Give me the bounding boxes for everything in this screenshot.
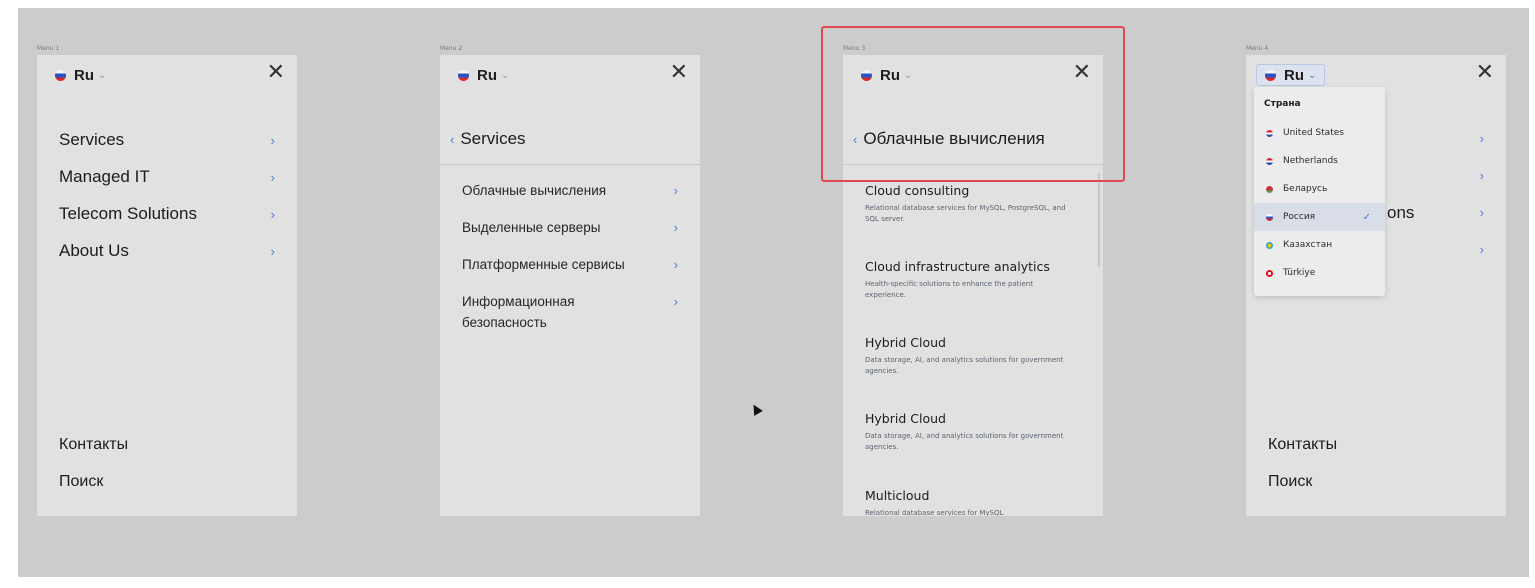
- country-option-belarus[interactable]: Беларусь: [1254, 175, 1385, 203]
- language-selector[interactable]: Ru ⌄: [458, 66, 510, 84]
- chevron-right-icon: ›: [673, 257, 678, 272]
- language-label: Ru: [477, 66, 497, 84]
- chevron-right-icon[interactable]: ›: [1480, 205, 1484, 220]
- chevron-right-icon: ›: [270, 243, 275, 259]
- country-option-united-states[interactable]: United States: [1254, 119, 1385, 147]
- submenu-item-label: Выделенные серверы: [462, 220, 601, 235]
- country-option-turkiye[interactable]: Türkiye: [1254, 259, 1385, 287]
- country-label: Казахстан: [1283, 240, 1333, 250]
- chevron-right-icon[interactable]: ›: [1480, 168, 1484, 183]
- service-title: Cloud consulting: [865, 183, 970, 198]
- submenu-header: ‹ Services: [450, 129, 526, 149]
- service-description: Data storage, AI, and analytics solution…: [865, 356, 1064, 375]
- service-description: Relational database services for MySQL, …: [865, 204, 1066, 223]
- submenu-item-platform-services[interactable]: Платформенные сервисы ›: [462, 254, 678, 275]
- chevron-right-icon: ›: [270, 206, 275, 222]
- turkiye-flag-icon: [1266, 269, 1273, 277]
- close-icon[interactable]: ✕: [670, 61, 688, 83]
- highlight-box: [821, 26, 1125, 182]
- nav-item-label-partial: ons: [1387, 203, 1415, 222]
- submenu-item-dedicated-servers[interactable]: Выделенные серверы ›: [462, 217, 678, 238]
- frame-label: Menu 1: [37, 45, 60, 52]
- us-flag-icon: [1266, 129, 1273, 137]
- nav-item-about-us[interactable]: About Us ›: [59, 239, 275, 263]
- netherlands-flag-icon: [1266, 157, 1273, 165]
- back-chevron-icon[interactable]: ‹: [450, 132, 454, 147]
- country-label: Россия: [1283, 212, 1316, 222]
- country-option-netherlands[interactable]: Netherlands: [1254, 147, 1385, 175]
- menu-frame-1: Ru ⌄ ✕ Services › Managed IT › Telecom S…: [37, 55, 297, 516]
- country-label: Беларусь: [1283, 184, 1328, 194]
- nav-item-telecom-solutions[interactable]: Telecom Solutions ›: [59, 202, 275, 226]
- russia-flag-icon: [458, 69, 469, 81]
- service-list-item[interactable]: Cloud consulting Relational database ser…: [865, 183, 1073, 225]
- country-option-kazakhstan[interactable]: Казахстан: [1254, 231, 1385, 259]
- contacts-link[interactable]: Контакты: [59, 436, 128, 454]
- chevron-down-icon: ⌄: [1308, 69, 1317, 81]
- chevron-right-icon: ›: [673, 220, 678, 235]
- service-description: Relational database services for MySQL: [865, 509, 1004, 516]
- country-label: United States: [1283, 128, 1344, 138]
- chevron-right-icon: ›: [673, 183, 678, 198]
- submenu-item-label: Платформенные сервисы: [462, 257, 625, 272]
- language-selector[interactable]: Ru ⌄: [55, 66, 107, 84]
- search-link[interactable]: Поиск: [59, 473, 103, 491]
- submenu-item-information-security[interactable]: Информационная безопасность ›: [462, 291, 678, 333]
- nav-item-label: Services: [59, 130, 125, 149]
- check-icon: ✓: [1362, 211, 1371, 223]
- submenu-title: Services: [460, 129, 526, 148]
- service-list-item[interactable]: Hybrid Cloud Data storage, AI, and analy…: [865, 411, 1073, 453]
- russia-flag-icon: [1266, 213, 1273, 221]
- chevron-right-icon[interactable]: ›: [1480, 242, 1484, 257]
- frame-label: Menu 2: [440, 45, 463, 52]
- country-label: Netherlands: [1283, 156, 1338, 166]
- language-selector[interactable]: Ru ⌄: [1256, 64, 1326, 86]
- contacts-link[interactable]: Контакты: [1268, 436, 1337, 454]
- service-list-item[interactable]: Hybrid Cloud Data storage, AI, and analy…: [865, 335, 1073, 377]
- scrollbar[interactable]: [1098, 173, 1100, 267]
- country-option-russia[interactable]: Россия ✓: [1254, 203, 1385, 231]
- chevron-right-icon[interactable]: ›: [1480, 131, 1484, 146]
- belarus-flag-icon: [1266, 185, 1273, 193]
- search-link[interactable]: Поиск: [1268, 473, 1312, 491]
- divider: [440, 164, 700, 165]
- submenu-item-cloud-computing[interactable]: Облачные вычисления ›: [462, 180, 678, 201]
- nav-item-services[interactable]: Services ›: [59, 128, 275, 152]
- nav-item-managed-it[interactable]: Managed IT ›: [59, 165, 275, 189]
- country-dropdown: Страна United States Netherlands Беларус…: [1254, 87, 1385, 296]
- service-title: Multicloud: [865, 488, 930, 503]
- chevron-right-icon: ›: [270, 132, 275, 148]
- close-icon[interactable]: ✕: [1476, 61, 1494, 83]
- service-title: Cloud infrastructure analytics: [865, 259, 1050, 274]
- language-label: Ru: [1284, 66, 1304, 84]
- chevron-down-icon: ⌄: [501, 69, 510, 81]
- submenu-item-label: Облачные вычисления: [462, 183, 607, 198]
- chevron-down-icon: ⌄: [98, 69, 107, 81]
- submenu-item-label: Информационная безопасность: [462, 294, 575, 330]
- chevron-right-icon: ›: [673, 294, 678, 309]
- service-title: Hybrid Cloud: [865, 335, 946, 350]
- country-label: Türkiye: [1283, 268, 1316, 278]
- nav-item-label: About Us: [59, 241, 129, 260]
- dropdown-title: Страна: [1264, 99, 1301, 109]
- russia-flag-icon: [1265, 69, 1276, 81]
- language-label: Ru: [74, 66, 94, 84]
- service-title: Hybrid Cloud: [865, 411, 946, 426]
- service-list-item[interactable]: Cloud infrastructure analytics Health-sp…: [865, 259, 1073, 301]
- kazakhstan-flag-icon: [1266, 241, 1273, 249]
- service-description: Data storage, AI, and analytics solution…: [865, 432, 1064, 451]
- russia-flag-icon: [55, 69, 66, 81]
- nav-item-label: Managed IT: [59, 167, 150, 186]
- nav-item-label: Telecom Solutions: [59, 204, 197, 223]
- menu-frame-2: Ru ⌄ ✕ ‹ Services Облачные вычисления › …: [440, 55, 700, 516]
- service-list-item[interactable]: Multicloud Relational database services …: [865, 488, 1073, 516]
- frame-label: Menu 4: [1246, 45, 1269, 52]
- service-description: Health-specific solutions to enhance the…: [865, 280, 1033, 299]
- chevron-right-icon: ›: [270, 169, 275, 185]
- close-icon[interactable]: ✕: [267, 61, 285, 83]
